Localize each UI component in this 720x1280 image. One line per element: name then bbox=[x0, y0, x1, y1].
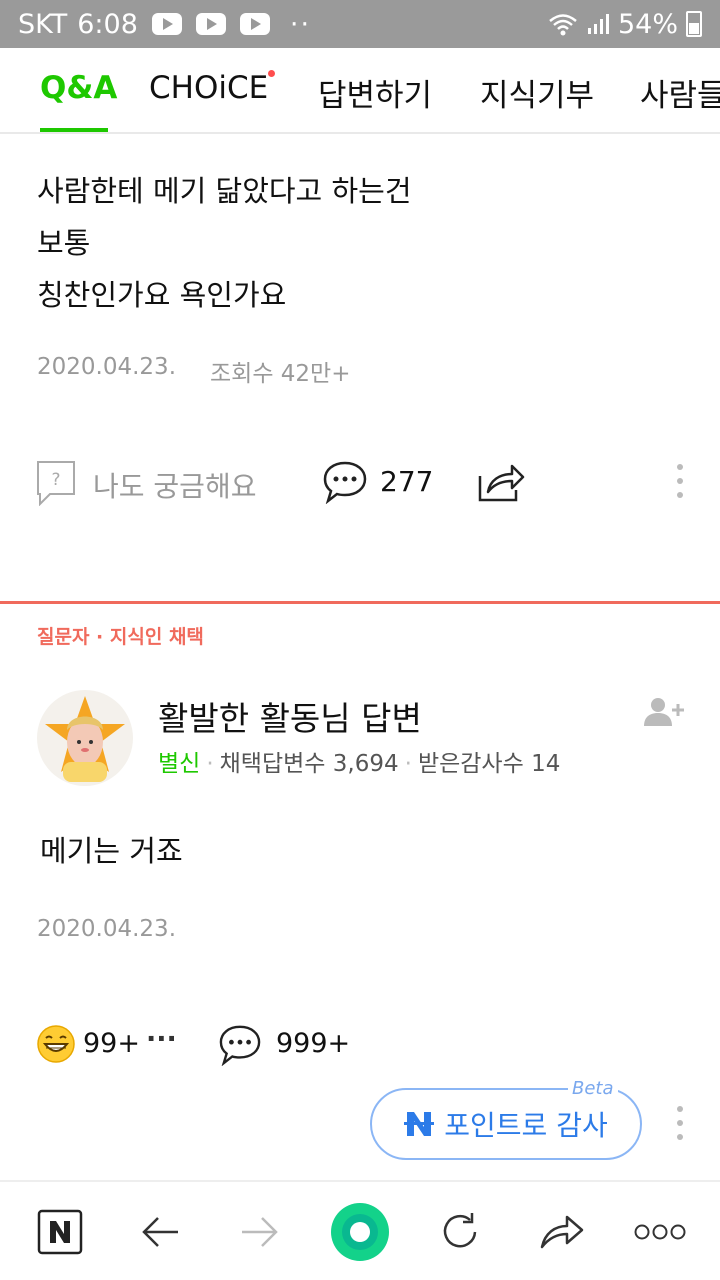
more-notifications: ·· bbox=[289, 8, 312, 40]
top-tab-bar: Q&A CHOiCE 답변하기 지식기부 사람들 bbox=[0, 48, 720, 134]
more-menu-button[interactable] bbox=[630, 1204, 690, 1260]
question-comment-count[interactable]: 277 bbox=[380, 465, 433, 498]
answer-comment-count[interactable]: 999+ bbox=[276, 1028, 350, 1059]
more-reactions-button[interactable]: ··· bbox=[146, 1024, 177, 1055]
naver-n-icon bbox=[404, 1112, 435, 1136]
share-icon[interactable] bbox=[476, 460, 526, 504]
tab-choice[interactable]: CHOiCE bbox=[149, 70, 268, 106]
question-more-icon[interactable] bbox=[677, 464, 683, 506]
browser-bottom-bar bbox=[0, 1180, 720, 1280]
reaction-count[interactable]: 99+ bbox=[83, 1028, 140, 1059]
refresh-icon bbox=[443, 1213, 477, 1248]
question-line-3: 칭찬인가요 욕인가요 bbox=[37, 278, 287, 312]
tab-qna[interactable]: Q&A bbox=[40, 70, 117, 106]
forward-button[interactable] bbox=[232, 1204, 288, 1260]
tab-people[interactable]: 사람들 bbox=[640, 70, 720, 115]
question-views: 조회수 42만+ bbox=[210, 361, 351, 387]
new-indicator-dot bbox=[268, 70, 275, 77]
answer-more-icon[interactable] bbox=[677, 1106, 683, 1148]
answer-date: 2020.04.23. bbox=[37, 916, 176, 942]
avatar[interactable] bbox=[37, 690, 133, 786]
refresh-button[interactable] bbox=[432, 1204, 488, 1260]
adopted-label: 채택답변수 bbox=[219, 751, 326, 777]
more-dots-icon bbox=[634, 1224, 686, 1240]
question-line-1: 사람한테 메기 닮았다고 하는건 bbox=[37, 174, 412, 208]
wifi-icon bbox=[549, 14, 577, 36]
comment-bubble-icon[interactable] bbox=[322, 460, 368, 504]
question-date: 2020.04.23. bbox=[37, 354, 176, 380]
avatar-character-icon bbox=[45, 696, 125, 782]
signal-icon bbox=[587, 14, 609, 34]
active-tab-indicator bbox=[40, 128, 108, 132]
comment-bubble-icon[interactable] bbox=[218, 1024, 262, 1066]
share-page-button[interactable] bbox=[534, 1204, 590, 1260]
answer-body: 메기는 거죠 bbox=[40, 834, 183, 868]
green-dot-button[interactable] bbox=[328, 1200, 392, 1264]
add-friend-icon[interactable] bbox=[642, 696, 686, 728]
answerer-name[interactable]: 활발한 활동님 답변 bbox=[158, 692, 422, 740]
point-thanks-label: 포인트로 감사 bbox=[444, 1109, 608, 1142]
grin-emoji-icon[interactable] bbox=[36, 1024, 76, 1064]
question-actions: ? 나도 궁금해요 277 bbox=[0, 452, 720, 512]
battery-icon bbox=[686, 11, 702, 37]
youtube-notification-icon bbox=[195, 13, 226, 35]
answer-divider bbox=[0, 601, 720, 604]
forward-arrow-icon bbox=[242, 1217, 278, 1247]
tab-answer[interactable]: 답변하기 bbox=[318, 70, 432, 115]
home-green-circle-icon bbox=[331, 1203, 389, 1261]
answerer-grade[interactable]: 별신 bbox=[158, 751, 200, 777]
adopted-badge: 질문자 · 지식인 채택 bbox=[37, 626, 204, 648]
back-button[interactable] bbox=[132, 1204, 188, 1260]
naver-n-icon bbox=[37, 1209, 83, 1255]
youtube-notification-icon bbox=[151, 13, 182, 35]
share-arrow-icon bbox=[540, 1215, 584, 1249]
youtube-notification-icon bbox=[239, 13, 270, 35]
svg-text:?: ? bbox=[51, 470, 60, 490]
clock: 6:08 bbox=[77, 8, 138, 40]
adopted-count: 3,694 bbox=[332, 751, 399, 777]
question-line-2: 보통 bbox=[37, 226, 91, 260]
naver-home-button[interactable] bbox=[32, 1204, 88, 1260]
thanks-count: 14 bbox=[531, 751, 561, 777]
answerer-stats: 별신 · 채택답변수 3,694 · 받은감사수 14 bbox=[158, 751, 561, 777]
question-box-icon[interactable]: ? bbox=[36, 460, 76, 506]
battery-percent: 54% bbox=[617, 8, 678, 40]
back-arrow-icon bbox=[142, 1217, 178, 1247]
carrier: SKT bbox=[18, 8, 68, 40]
tab-donate[interactable]: 지식기부 bbox=[480, 70, 594, 115]
curious-button[interactable]: 나도 궁금해요 bbox=[93, 465, 256, 505]
beta-tag: Beta bbox=[568, 1078, 618, 1099]
thanks-label: 받은감사수 bbox=[417, 751, 524, 777]
status-bar: SKT 6:08 ·· 54% bbox=[0, 0, 720, 48]
